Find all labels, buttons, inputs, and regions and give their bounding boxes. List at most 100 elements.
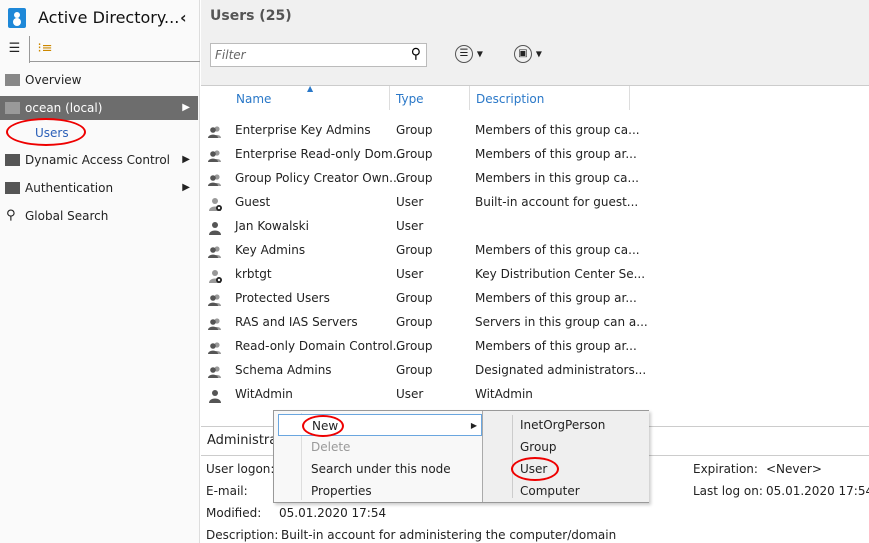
table-row[interactable]: Enterprise Read-only Dom... Group Members … (201, 142, 641, 166)
menu-item-search-under-node[interactable]: Search under this node (278, 458, 482, 480)
user-disabled-icon (208, 195, 222, 211)
list-view-tab[interactable]: ☰ (0, 36, 30, 63)
column-divider (389, 86, 390, 110)
overview-icon (5, 74, 20, 86)
table-row[interactable]: Jan Kowalski User (201, 214, 641, 238)
cell-type: User (396, 387, 424, 401)
details-title: Administra (207, 433, 278, 448)
nav-dynamic-access-control[interactable]: Dynamic Access Control ▶ (0, 148, 198, 172)
cell-type: Group (396, 291, 433, 305)
cell-description: Designated administrators... (475, 363, 647, 377)
table-row[interactable]: RAS and IAS Servers Group Servers in this … (201, 310, 648, 334)
group-icon (208, 291, 222, 306)
submenu-item-group[interactable]: Group (520, 436, 557, 458)
nav-label: Dynamic Access Control (25, 153, 171, 167)
save-options-button[interactable]: ▣ ▾ (514, 45, 542, 63)
tree-view-tab[interactable]: ⁝≡ (30, 36, 60, 62)
cell-type: Group (396, 363, 433, 377)
cell-name: Key Admins (235, 243, 306, 257)
nav-label: Overview (25, 73, 82, 87)
view-options-button[interactable]: ☰ ▾ (455, 45, 483, 63)
cell-description: Members of this group ca... (475, 243, 640, 257)
cell-description: WitAdmin (475, 387, 533, 401)
navigation-pane: Active Directory... ‹ ☰ ⁝≡ Overview ocea… (0, 0, 200, 543)
cell-description: Built-in account for guest... (475, 195, 639, 209)
cell-name: Read-only Domain Control... (235, 339, 405, 353)
submenu-arrow-icon: ▶ (470, 421, 477, 430)
search-icon: ⚲ (6, 208, 16, 223)
cell-name: RAS and IAS Servers (235, 315, 358, 329)
group-icon (208, 123, 222, 138)
submenu-item-inetorgperson[interactable]: InetOrgPerson (520, 414, 605, 436)
group-icon (208, 363, 222, 378)
cell-description: Members in this group ca... (475, 171, 639, 185)
list-icon: ☰ (455, 45, 473, 63)
collapse-button[interactable]: ‹ (180, 8, 187, 27)
nav-label: Authentication (25, 181, 114, 195)
user-logon-label: User logon: (206, 462, 275, 476)
description-label: Description: (206, 528, 279, 542)
table-row[interactable]: Group Policy Creator Own... Group Members … (201, 166, 641, 190)
last-logon-label: Last log on: (693, 484, 763, 498)
table-row[interactable]: Key Admins Group Members of this group ca.… (201, 238, 641, 262)
expand-arrow-icon[interactable]: ▶ (182, 176, 190, 200)
cell-type: Group (396, 339, 433, 353)
filter-placeholder: Filter (215, 48, 246, 62)
submenu-item-computer[interactable]: Computer (520, 480, 580, 502)
group-icon (208, 315, 222, 330)
group-icon (208, 339, 222, 354)
filter-input[interactable]: Filter ⚲ (210, 43, 427, 67)
menu-item-delete[interactable]: Delete (278, 436, 482, 458)
annotation-circle (511, 457, 559, 481)
table-row[interactable]: Read-only Domain Control... Group Members … (201, 334, 641, 358)
expand-arrow-icon[interactable]: ▶ (182, 96, 190, 120)
menu-gutter (512, 415, 513, 498)
submenu-new: InetOrgPerson Group User Computer (482, 411, 649, 502)
cell-description: Members of this group ar... (475, 147, 637, 161)
cell-description: Members of this group ar... (475, 339, 637, 353)
cell-type: Group (396, 315, 433, 329)
table-row[interactable]: Guest User Built-in account for guest... (201, 190, 641, 214)
page-title: Users (25) (210, 8, 292, 24)
table-row[interactable]: krbtgt User Key Distribution Center Se... (201, 262, 645, 286)
cell-description: Members of this group ca... (475, 123, 640, 137)
save-icon: ▣ (514, 45, 532, 63)
search-icon[interactable]: ⚲ (411, 46, 421, 62)
column-divider (469, 86, 470, 110)
nav-overview[interactable]: Overview (0, 68, 198, 92)
expand-arrow-icon[interactable]: ▶ (182, 148, 190, 172)
cell-type: Group (396, 123, 433, 137)
app-title: Active Directory... (38, 8, 180, 27)
table-row[interactable]: Schema Admins Group Designated administrat… (201, 358, 646, 382)
description-value: Built-in account for administering the c… (281, 528, 617, 542)
menu-item-properties[interactable]: Properties (278, 480, 482, 502)
nav-authentication[interactable]: Authentication ▶ (0, 176, 198, 200)
cell-name: Enterprise Key Admins (235, 123, 371, 137)
column-description[interactable]: Description (476, 92, 544, 106)
sort-ascending-icon: ▲ (307, 84, 314, 93)
cell-type: Group (396, 147, 433, 161)
folder-icon (5, 182, 20, 194)
column-divider (629, 86, 630, 110)
nav-global-search[interactable]: ⚲ Global Search (0, 204, 198, 228)
cell-name: Group Policy Creator Own... (235, 171, 401, 185)
table-row[interactable]: Enterprise Key Admins Group Members of thi… (201, 118, 641, 142)
email-label: E-mail: (206, 484, 248, 498)
column-type[interactable]: Type (396, 92, 424, 106)
modified-label: Modified: (206, 506, 262, 520)
domain-icon (5, 102, 20, 114)
table-row[interactable]: WitAdmin User WitAdmin (201, 382, 641, 406)
expiration-value: <Never> (766, 462, 822, 476)
cell-type: Group (396, 171, 433, 185)
cell-name: Jan Kowalski (235, 219, 309, 233)
column-name[interactable]: Name (236, 92, 271, 106)
expiration-label: Expiration: (693, 462, 758, 476)
cell-name: WitAdmin (235, 387, 293, 401)
annotation-circle (6, 118, 86, 146)
group-icon (208, 171, 222, 186)
cell-name: Protected Users (235, 291, 330, 305)
user-disabled-icon (208, 267, 222, 283)
nav-ocean-local[interactable]: ocean (local) ▶ (0, 96, 198, 120)
table-row[interactable]: Protected Users Group Members of this grou… (201, 286, 641, 310)
context-menu: New ▶ Delete Search under this node Prope… (273, 410, 649, 503)
